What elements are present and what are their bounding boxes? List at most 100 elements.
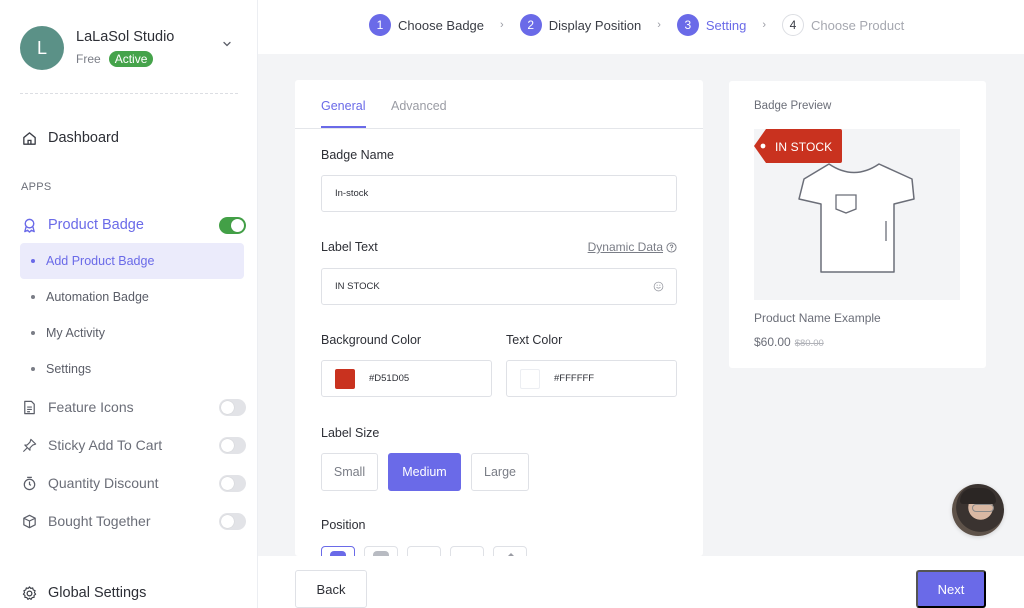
step-display-position[interactable]: 2 Display Position [519,14,642,36]
sidebar-item-global-settings[interactable]: Global Settings [20,579,246,607]
sidebar-item-label: Feature Icons [48,399,134,415]
dynamic-data-label: Dynamic Data [587,240,663,254]
badge-preview-card: Badge Preview IN STOCK Product Name Exam… [729,81,986,368]
step-number: 1 [369,14,391,36]
bullet-icon [31,295,35,299]
help-icon [666,241,677,253]
sidebar-item-bought-together[interactable]: Bought Together [20,507,246,535]
sidebar-item-label: Product Badge [48,217,144,233]
stopwatch-icon [20,474,38,492]
background-color-label: Background Color [321,333,422,347]
sidebar-item-label: Global Settings [48,585,147,601]
stepper: 1 Choose Badge › 2 Display Position › 3 … [369,14,904,36]
support-chat-avatar[interactable] [952,484,1004,536]
next-button[interactable]: Next [916,570,986,608]
step-choose-badge[interactable]: 1 Choose Badge [369,14,484,36]
avatar-photo-hair [960,488,996,504]
badge-name-label: Badge Name [321,148,394,162]
store-name: LaLaSol Studio [76,29,175,45]
plan-label: Free [76,52,101,66]
profile-meta: Free Active [76,51,174,67]
gear-icon [20,584,38,602]
label-text-value: IN STOCK [335,281,380,292]
sidebar-item-feature-icons[interactable]: Feature Icons [20,393,246,421]
home-icon [20,129,38,147]
avatar-photo-glasses [972,504,994,512]
position-option-top-center[interactable] [364,546,398,556]
preview-title: Badge Preview [754,100,832,112]
step-number: 3 [676,14,699,36]
label-text-label: Label Text [321,240,378,254]
chevron-right-icon: › [762,19,767,31]
text-color-value: #FFFFFF [554,373,595,384]
apps-heading: APPS [21,181,52,193]
chevron-right-icon: › [657,19,661,31]
sidebar-subitem-automation-badge[interactable]: Automation Badge [20,279,244,315]
dynamic-data-link[interactable]: Dynamic Data [588,240,677,254]
tab-general[interactable]: General [321,99,365,113]
tab-advanced[interactable]: Advanced [391,99,447,113]
sidebar-subitem-label: Settings [46,362,92,376]
quantity-discount-toggle[interactable] [219,474,246,492]
sidebar-scroll-fade [0,548,257,568]
status-badge: Active [108,51,154,67]
sidebar-item-dashboard[interactable]: Dashboard [20,124,246,152]
label-size-label: Label Size [321,426,380,440]
step-choose-product[interactable]: 4 Choose Product [782,14,904,36]
sidebar-subitem-my-activity[interactable]: My Activity [20,315,244,351]
feature-icons-toggle[interactable] [219,398,246,416]
document-icon [20,398,38,416]
preview-badge-text: IN STOCK [775,140,833,154]
position-option-3[interactable] [407,546,441,556]
sidebar-item-label: Quantity Discount [48,475,159,491]
sale-price: $60.00 [754,335,791,349]
badge-icon [20,216,38,234]
position-option-5[interactable] [493,546,527,556]
step-number: 2 [519,14,542,36]
step-label: Display Position [548,17,642,33]
chevron-right-icon: › [500,19,504,31]
sidebar-subitem-settings[interactable]: Settings [20,351,244,387]
size-medium-button[interactable]: Medium [388,453,461,491]
chevron-down-icon[interactable] [222,39,232,49]
sidebar: L LaLaSol Studio Free Active Dashboard A… [0,0,258,608]
step-setting[interactable]: 3 Setting [676,14,747,36]
background-color-picker[interactable]: #D51D05 [321,360,492,397]
background-color-value: #D51D05 [369,373,410,384]
sidebar-item-quantity-discount[interactable]: Quantity Discount [20,469,246,497]
bullet-icon [31,331,35,335]
original-price: $80.00 [794,338,824,349]
store-profile[interactable]: L LaLaSol Studio Free Active [20,25,240,71]
label-text-input[interactable]: IN STOCK [321,268,677,305]
position-label: Position [321,518,366,532]
sidebar-subitem-add-product-badge[interactable]: Add Product Badge [20,243,244,279]
step-label: Choose Product [811,17,905,33]
position-option-4[interactable] [450,546,484,556]
sidebar-item-product-badge[interactable]: Product Badge [20,211,246,239]
sidebar-item-label: Bought Together [48,513,151,529]
badge-name-value: In-stock [335,188,369,199]
badge-name-input[interactable]: In-stock [321,175,677,212]
product-badge-toggle[interactable] [219,216,246,234]
text-color-label: Text Color [506,333,563,347]
step-label: Choose Badge [398,17,485,33]
background-color-swatch[interactable] [335,368,355,389]
profile-info: LaLaSol Studio Free Active [76,29,174,67]
footer-bar: Back Next [258,556,1024,608]
back-button[interactable]: Back [295,570,367,608]
size-large-button[interactable]: Large [471,453,529,491]
sidebar-item-label: Dashboard [48,130,119,146]
text-color-picker[interactable]: #FFFFFF [506,360,677,397]
emoji-icon[interactable] [653,281,664,292]
bought-together-toggle[interactable] [219,512,246,530]
tab-bar: General Advanced [295,80,703,129]
product-price: $60.00 $80.00 [754,335,824,349]
step-label: Setting [705,17,747,33]
position-option-top-left[interactable] [321,546,355,556]
sticky-add-to-cart-toggle[interactable] [219,436,246,454]
sidebar-item-sticky-add-to-cart[interactable]: Sticky Add To Cart [20,431,246,459]
store-avatar: L [20,26,64,70]
settings-form: General Advanced Badge Name In-stock Lab… [295,80,703,556]
size-small-button[interactable]: Small [321,453,378,491]
text-color-swatch[interactable] [520,368,540,389]
